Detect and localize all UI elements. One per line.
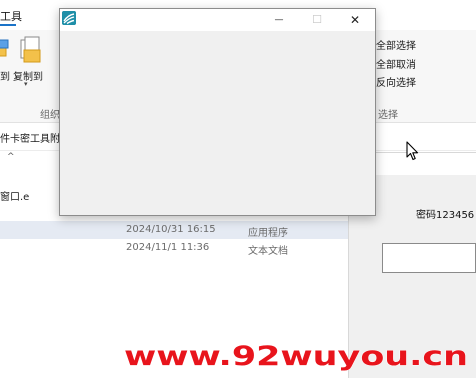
minimize-button[interactable]: — [261, 9, 297, 30]
close-icon: ✕ [349, 12, 361, 27]
password-label: 密码123456 [416, 210, 475, 221]
minimize-icon: — [274, 14, 284, 25]
ribbon-tab-tools[interactable]: 工具 [0, 8, 22, 24]
move-to-button[interactable]: 到 [0, 68, 10, 83]
select-none-button[interactable]: 全部取消 [376, 56, 416, 71]
maximize-button[interactable]: ☐ [299, 9, 335, 30]
password-input[interactable] [382, 243, 476, 273]
copy-to-button[interactable]: 复制到 [13, 68, 43, 83]
sort-caret-icon[interactable]: ^ [7, 152, 15, 162]
svg-text:www.92wuyou.cn: www.92wuyou.cn [124, 341, 468, 372]
address-path[interactable]: 件卡密工具附 [0, 130, 60, 145]
copy-to-icon [20, 36, 41, 63]
empty-window [59, 8, 376, 216]
ribbon-tab-indicator [0, 24, 16, 26]
ribbon-group-select: 选择 [378, 110, 398, 121]
maximize-icon: ☐ [312, 13, 322, 26]
select-all-button[interactable]: 全部选择 [376, 37, 416, 52]
close-button[interactable]: ✕ [337, 9, 373, 30]
mouse-cursor-icon [406, 141, 419, 161]
app-icon [62, 11, 76, 25]
move-to-icon [0, 39, 9, 57]
watermark-logo: www.92wuyou.cn [124, 341, 469, 372]
file-row-date: 2024/11/1 11:36 [126, 242, 210, 253]
file-row-type: 应用程序 [248, 228, 288, 239]
ribbon-group-organize: 组织 [40, 110, 60, 121]
copy-to-chevron-icon[interactable]: ▾ [24, 80, 28, 88]
file-row-date: 2024/10/31 16:15 [126, 224, 216, 235]
file-row-type: 文本文档 [248, 246, 288, 257]
invert-selection-button[interactable]: 反向选择 [376, 74, 416, 89]
file-row-name[interactable]: 窗口.e [0, 188, 29, 203]
